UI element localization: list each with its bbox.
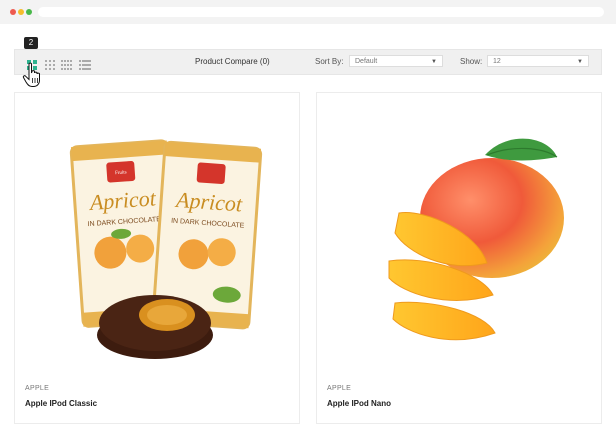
product-compare-link[interactable]: Product Compare (0) <box>195 57 270 66</box>
product-card[interactable]: Fruits Apricot IN DARK CHOCOLATE Apricot… <box>14 92 300 424</box>
svg-text:Apricot: Apricot <box>87 185 157 215</box>
grid-3-view-icon[interactable] <box>45 57 55 70</box>
hand-pointer-cursor-icon <box>22 62 40 87</box>
product-name[interactable]: Apple IPod Nano <box>327 399 391 408</box>
svg-text:Apricot: Apricot <box>173 187 243 217</box>
view-tooltip: 2 <box>24 37 38 52</box>
product-name[interactable]: Apple IPod Classic <box>25 399 97 408</box>
sort-by-value: Default <box>355 58 378 65</box>
apricot-chocolate-image[interactable]: Fruits Apricot IN DARK CHOCOLATE Apricot… <box>35 123 279 373</box>
address-bar[interactable] <box>38 7 604 17</box>
product-card[interactable]: APPLE Apple IPod Nano <box>316 92 602 424</box>
minimize-window-dot[interactable] <box>18 9 24 15</box>
sort-by-select[interactable]: Default ▼ <box>349 55 443 67</box>
grid-4-view-icon[interactable] <box>61 57 73 70</box>
close-window-dot[interactable] <box>10 9 16 15</box>
browser-titlebar <box>0 0 616 24</box>
mango-image[interactable] <box>337 123 581 373</box>
caret-down-icon: ▼ <box>431 59 437 65</box>
svg-text:Fruits: Fruits <box>115 170 127 176</box>
list-view-icon[interactable] <box>79 57 91 70</box>
caret-down-icon: ▼ <box>577 59 583 65</box>
sort-by-label: Sort By: <box>315 57 344 66</box>
maximize-window-dot[interactable] <box>26 9 32 15</box>
product-category: APPLE <box>327 385 352 392</box>
show-label: Show: <box>460 57 483 66</box>
product-category: APPLE <box>25 385 50 392</box>
show-value: 12 <box>493 58 501 65</box>
product-toolbar: Product Compare (0) Sort By: Default ▼ S… <box>14 49 602 75</box>
show-select[interactable]: 12 ▼ <box>487 55 589 67</box>
